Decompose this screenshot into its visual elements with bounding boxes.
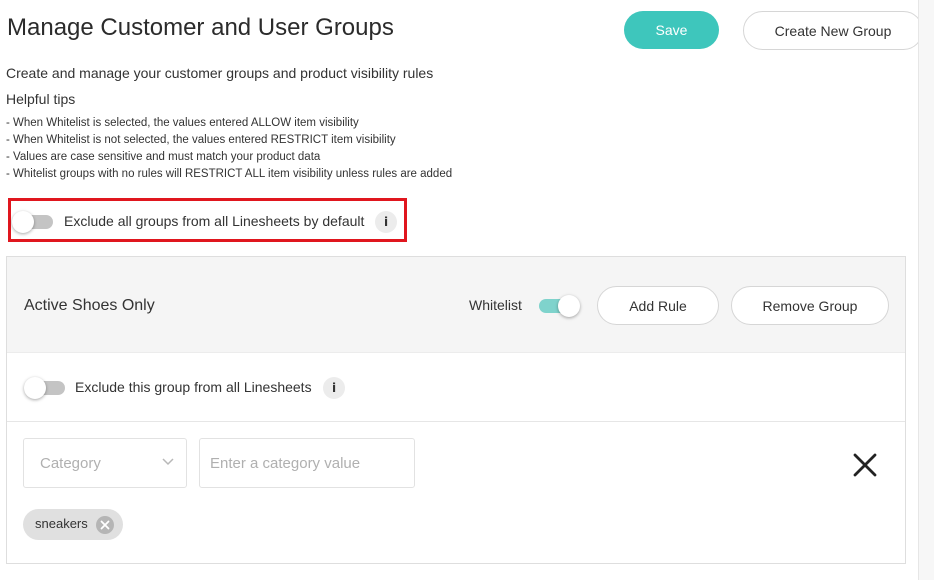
divider bbox=[7, 421, 905, 422]
create-new-group-button[interactable]: Create New Group bbox=[743, 11, 923, 50]
close-icon[interactable] bbox=[851, 451, 879, 479]
chevron-down-icon bbox=[162, 455, 174, 469]
exclude-all-groups-toggle[interactable] bbox=[12, 211, 53, 233]
tips-title: Helpful tips bbox=[6, 91, 76, 107]
add-rule-button[interactable]: Add Rule bbox=[597, 286, 719, 325]
exclude-group-toggle[interactable] bbox=[24, 377, 65, 399]
toggle-knob bbox=[558, 295, 580, 317]
save-button[interactable]: Save bbox=[624, 11, 719, 49]
tips-list: - When Whitelist is selected, the values… bbox=[6, 115, 452, 183]
rule-type-select[interactable]: Category bbox=[23, 438, 187, 488]
scrollbar[interactable] bbox=[918, 0, 934, 580]
page-subtitle: Create and manage your customer groups a… bbox=[6, 65, 434, 81]
exclude-group-label: Exclude this group from all Linesheets bbox=[75, 379, 312, 395]
whitelist-label: Whitelist bbox=[469, 297, 522, 313]
page-title: Manage Customer and User Groups bbox=[7, 14, 394, 41]
chip-label: sneakers bbox=[35, 516, 88, 531]
category-value-input-wrapper bbox=[199, 438, 415, 488]
toggle-knob bbox=[12, 211, 34, 233]
tip-item: - When Whitelist is selected, the values… bbox=[6, 117, 359, 129]
tip-item: - Whitelist groups with no rules will RE… bbox=[6, 168, 453, 180]
group-header: Active Shoes Only Whitelist Add Rule Rem… bbox=[7, 257, 905, 353]
group-name: Active Shoes Only bbox=[24, 297, 155, 314]
info-icon[interactable]: i bbox=[375, 211, 397, 233]
tip-item: - Values are case sensitive and must mat… bbox=[6, 151, 321, 163]
info-icon[interactable]: i bbox=[323, 377, 345, 399]
category-value-input[interactable] bbox=[200, 439, 414, 487]
remove-group-button[interactable]: Remove Group bbox=[731, 286, 889, 325]
whitelist-toggle[interactable] bbox=[539, 295, 580, 317]
remove-chip-icon[interactable] bbox=[96, 516, 114, 534]
select-value: Category bbox=[40, 455, 101, 472]
rule-chip: sneakers bbox=[23, 509, 123, 540]
group-card: Active Shoes Only Whitelist Add Rule Rem… bbox=[6, 256, 906, 564]
toggle-knob bbox=[24, 377, 46, 399]
tip-item: - When Whitelist is not selected, the va… bbox=[6, 134, 396, 146]
exclude-all-groups-label: Exclude all groups from all Linesheets b… bbox=[64, 213, 365, 229]
